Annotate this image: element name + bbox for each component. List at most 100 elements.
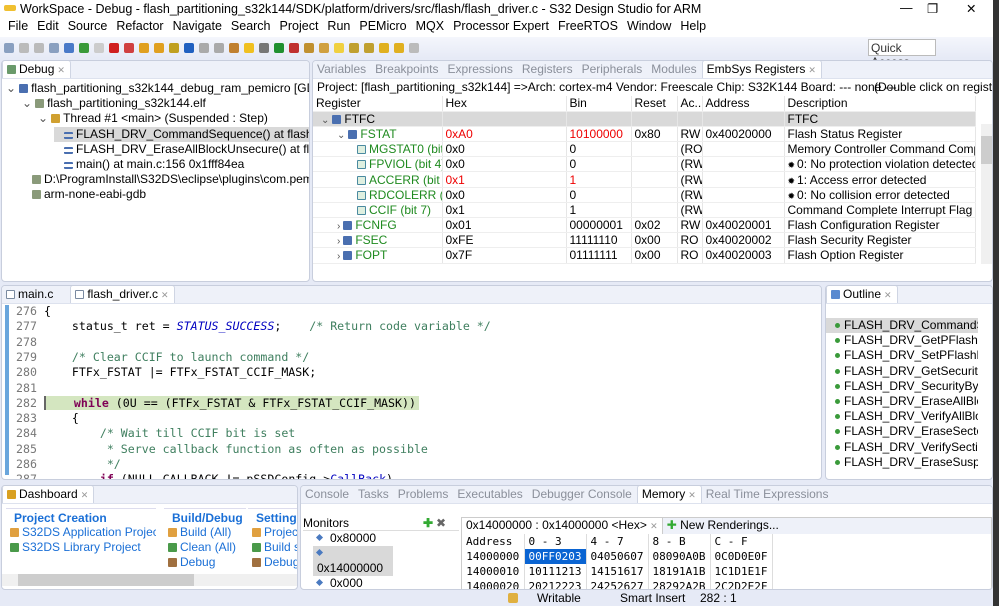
menu-processor-expert[interactable]: Processor Expert — [449, 18, 554, 37]
outline-item[interactable]: FLASH_DRV_GetSecurityState — [826, 364, 978, 379]
quick-access-input[interactable]: Quick Access — [868, 39, 936, 69]
register-row[interactable]: ⌄ FSTAT 0xA0 10100000 0x80 RW 0x40020000 Flash … — [313, 126, 976, 143]
outline-item[interactable]: FLASH_DRV_CommandSequence — [826, 318, 978, 333]
toolbar-button-17[interactable] — [259, 42, 269, 53]
dashboard-link-build-all[interactable]: Build (All) — [164, 525, 246, 540]
menu-mqx[interactable]: MQX — [412, 18, 449, 37]
menu-edit[interactable]: Edit — [33, 18, 64, 37]
monitor-item[interactable]: 0x14000000 — [313, 546, 393, 576]
code-line[interactable]: 283 { — [16, 411, 821, 426]
expand-chevron-icon[interactable]: › — [337, 221, 340, 232]
register-row[interactable]: CCIF (bit 7) 0x1 1 (RW) Command Complete Int… — [313, 202, 976, 219]
toolbar-button-25[interactable] — [379, 42, 389, 53]
menu-source[interactable]: Source — [64, 18, 113, 37]
menu-window[interactable]: Window — [623, 18, 676, 37]
dashboard-link-s32ds-application-project[interactable]: S32DS Application Project — [6, 525, 156, 540]
code-line[interactable]: 282 while (0U == (FTFx_FSTAT & FTFx_FSTA… — [16, 395, 821, 411]
toolbar-button-12[interactable] — [184, 42, 194, 53]
toolbar-button-14[interactable] — [214, 42, 224, 53]
toolbar-button-8[interactable] — [124, 42, 134, 53]
register-row[interactable]: › FSEC 0xFE 11111110 0x00 RO 0x40020002 Flash S… — [313, 232, 976, 249]
code-line[interactable]: 287 if (NULL_CALLBACK != pSSDConfig->Cal… — [16, 472, 821, 479]
code-line[interactable]: 277 status_t ret = STATUS_SUCCESS; /* Re… — [16, 319, 821, 334]
add-monitor-icon[interactable]: ✚ — [423, 516, 433, 530]
memory-cell[interactable]: 1C1D1E1F — [710, 564, 773, 579]
tab-main-c[interactable]: main.c — [2, 286, 58, 303]
tab-modules[interactable]: Modules — [647, 61, 701, 78]
outline-item[interactable]: FLASH_DRV_VerifySection — [826, 440, 978, 455]
new-renderings-tab[interactable]: ✚ New Renderings... — [663, 518, 783, 534]
column-header-description[interactable]: Description — [784, 96, 976, 112]
minimize-button[interactable]: — — [900, 1, 913, 15]
toolbar-button-7[interactable] — [109, 42, 119, 53]
toolbar-button-5[interactable] — [79, 42, 89, 53]
toolbar-button-13[interactable] — [199, 42, 209, 53]
tab-breakpoints[interactable]: Breakpoints — [371, 61, 443, 78]
toolbar-button-23[interactable] — [349, 42, 359, 53]
expand-chevron-icon[interactable]: ⌄ — [22, 96, 32, 110]
expand-chevron-icon[interactable]: ⌄ — [321, 115, 329, 126]
toolbar-button-26[interactable] — [394, 42, 404, 53]
register-row[interactable]: RDCOLERR (bit 6) 0x0 0 (RW) ✹0: No collision… — [313, 187, 976, 203]
memory-cell[interactable]: 00FF0203 — [524, 549, 587, 564]
tab-tasks[interactable]: Tasks — [354, 486, 394, 503]
tab-outline[interactable]: Outline ✕ — [826, 286, 898, 303]
tab-variables[interactable]: Variables — [313, 61, 371, 78]
dashboard-link-debug-settings[interactable]: Debug settings — [248, 555, 297, 570]
debug-tree-item[interactable]: ⌄ flash_partitioning_s32k144.elf — [22, 96, 309, 111]
monitor-item[interactable]: 0x000 — [313, 576, 393, 589]
toolbar-button-16[interactable] — [244, 42, 254, 53]
toolbar-button-3[interactable] — [49, 42, 59, 53]
toolbar-button-21[interactable] — [319, 42, 329, 53]
dashboard-link-build-settings[interactable]: Build settings — [248, 540, 297, 555]
register-row[interactable]: ACCERR (bit 5) 0x1 1 (RW) ✹1: Access error d… — [313, 171, 976, 188]
toolbar-button-15[interactable] — [229, 42, 239, 53]
column-header-address[interactable]: Address — [702, 96, 785, 112]
memory-cell[interactable]: 28292A2B — [648, 579, 711, 589]
tab-real-time-expressions[interactable]: Real Time Expressions — [702, 486, 834, 503]
column-header-hex[interactable]: Hex — [442, 96, 567, 112]
register-row[interactable]: FPVIOL (bit 4)0x0 0 (RW) ✹0: No protection … — [313, 156, 976, 173]
column-header-reset[interactable]: Reset — [631, 96, 678, 112]
code-line[interactable]: 280 FTFx_FSTAT |= FTFx_FSTAT_CCIF_MASK; — [16, 365, 821, 380]
expand-chevron-icon[interactable]: ⌄ — [38, 111, 48, 125]
menu-pemicro[interactable]: PEMicro — [355, 18, 411, 37]
dashboard-link-project-settings[interactable]: Project settings — [248, 525, 297, 540]
outline-item[interactable]: FLASH_DRV_SetPFlashProtection — [826, 348, 978, 363]
outline-item[interactable]: FLASH_DRV_EraseSector — [826, 424, 978, 439]
memory-cell[interactable]: 0C0D0E0F — [710, 549, 773, 564]
dashboard-link-debug[interactable]: Debug — [164, 555, 246, 570]
memory-cell[interactable]: 2C2D2E2F — [710, 579, 773, 589]
expand-chevron-icon[interactable]: › — [337, 251, 340, 262]
toolbar-button-1[interactable] — [19, 42, 29, 53]
toolbar-button-11[interactable] — [169, 42, 179, 53]
tab-registers[interactable]: Registers — [518, 61, 578, 78]
memory-cell[interactable]: 24252627 — [586, 579, 649, 589]
code-line[interactable]: 276 { — [16, 304, 821, 319]
section-header[interactable]: Build/Debug — [164, 508, 246, 525]
toolbar-button-9[interactable] — [139, 42, 149, 53]
toolbar-button-2[interactable] — [34, 42, 44, 53]
menu-help[interactable]: Help — [676, 18, 711, 37]
menu-run[interactable]: Run — [323, 18, 355, 37]
toolbar-button-4[interactable] — [64, 42, 74, 53]
memory-cell[interactable]: 14151617 — [586, 564, 649, 579]
code-line[interactable]: 279 /* Clear CCIF to launch command */ — [16, 350, 821, 365]
debug-tree-item[interactable]: FLASH_DRV_EraseAllBlockUnsecure() at fla… — [54, 142, 309, 157]
outline-item[interactable]: FLASH_DRV_EraseAllBlock — [826, 394, 978, 409]
column-header-bin[interactable]: Bin — [566, 96, 632, 112]
expand-chevron-icon[interactable]: ⌄ — [337, 130, 345, 141]
register-row[interactable]: › FCNFG 0x01 00000001 0x02 RW 0x40020001 Flash … — [313, 217, 976, 234]
remove-monitor-icon[interactable]: ✖ — [436, 516, 446, 530]
tab-peripherals[interactable]: Peripherals — [578, 61, 648, 78]
memory-cell[interactable]: 08090A0B — [648, 549, 711, 564]
code-line[interactable]: 281 — [16, 381, 821, 396]
section-header[interactable]: Project Creation — [6, 508, 156, 525]
tab-expressions[interactable]: Expressions — [444, 61, 518, 78]
outline-item[interactable]: FLASH_DRV_EraseSuspend — [826, 455, 978, 470]
dashboard-link-clean-all[interactable]: Clean (All) — [164, 540, 246, 555]
toolbar-button-20[interactable] — [304, 42, 314, 53]
outline-item[interactable]: FLASH_DRV_VerifyAllBlock — [826, 409, 978, 424]
toolbar-button-6[interactable] — [94, 42, 104, 53]
code-line[interactable]: 284 /* Wait till CCIF bit is set — [16, 426, 821, 441]
